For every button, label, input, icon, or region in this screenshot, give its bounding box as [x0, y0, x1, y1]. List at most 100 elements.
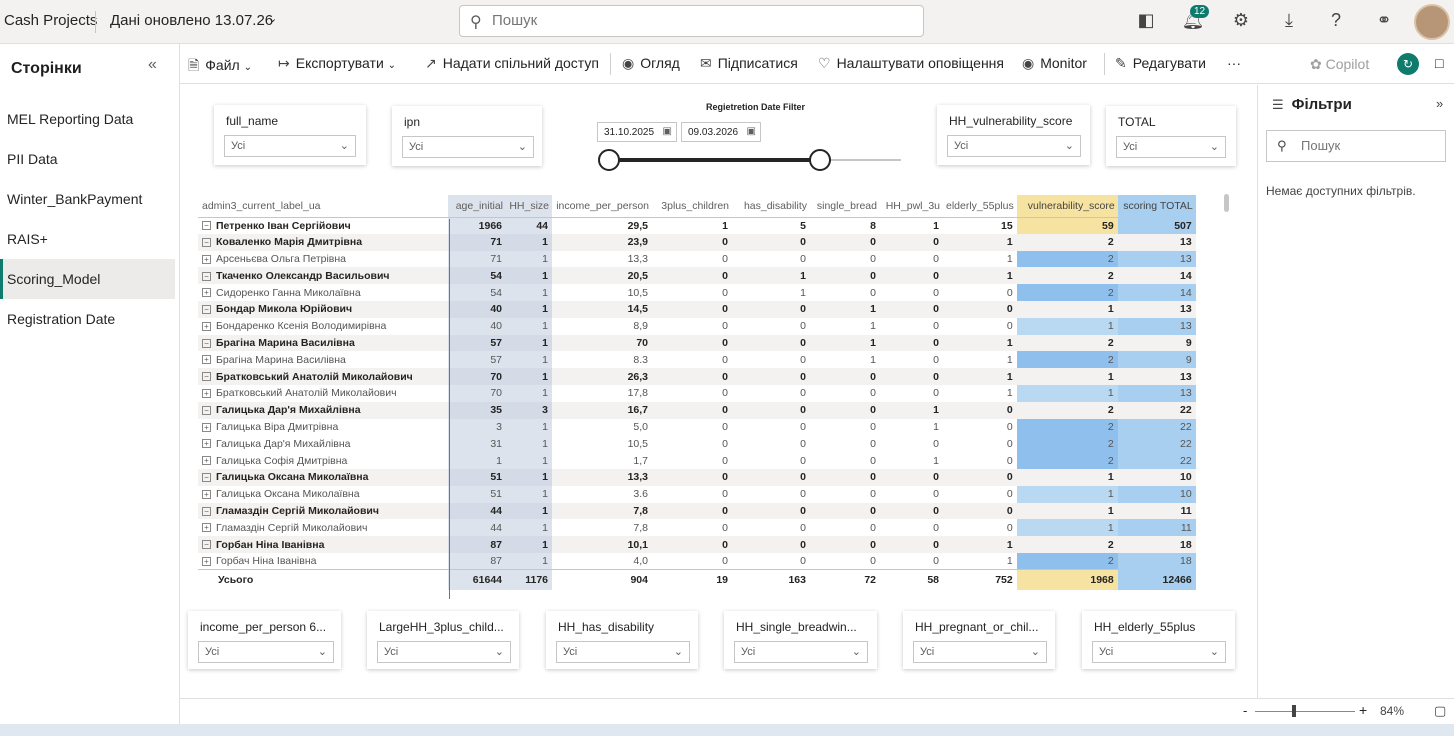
expand-icon[interactable]: + — [202, 321, 211, 331]
collapse-icon[interactable]: − — [202, 338, 211, 348]
bookmark-icon[interactable]: □ — [1435, 55, 1443, 71]
help-icon[interactable]: ? — [1324, 10, 1348, 31]
view-panel-icon[interactable]: ◧ — [1134, 10, 1158, 31]
expand-icon[interactable]: + — [202, 523, 211, 533]
collapse-icon[interactable]: − — [202, 540, 211, 550]
slicer-dropdown[interactable]: Усі ⌄ — [198, 641, 334, 663]
expand-icon[interactable]: + — [202, 355, 211, 365]
monitor-button[interactable]: ◉ Monitor — [1022, 55, 1087, 72]
alerts-button[interactable]: ♡ Налаштувати оповіщення — [818, 55, 1004, 72]
collapse-icon[interactable]: − — [202, 473, 211, 483]
collapse-icon[interactable]: − — [202, 271, 211, 281]
matrix-row[interactable]: + Братковський Анатолій Миколайович 70 1 17,… — [198, 384, 1196, 402]
file-menu-button[interactable]: 🗎︎ Файл ⌄ — [188, 55, 252, 79]
collapse-icon[interactable]: − — [202, 305, 211, 315]
zoom-in-button[interactable]: + — [1359, 702, 1367, 718]
matrix-row[interactable]: − Брагіна Марина Василівна 57 1 70 0 0 1 0 1 2 9 — [198, 334, 1196, 352]
expand-icon[interactable]: + — [202, 489, 211, 499]
page-item-rais[interactable]: RAIS+ — [0, 219, 175, 259]
page-item-registration-date[interactable]: Registration Date — [0, 299, 175, 339]
chevron-down-icon[interactable]: ⌄ — [268, 12, 277, 25]
slicer-dropdown[interactable]: Усі ⌄ — [402, 136, 534, 158]
date-start-input[interactable]: 31.10.2025 ▣ — [597, 122, 677, 142]
date-range-end-handle[interactable] — [809, 149, 831, 171]
fit-page-icon[interactable]: ▢ — [1434, 703, 1446, 719]
expand-icon[interactable]: + — [202, 456, 211, 466]
zoom-level[interactable]: 84% — [1380, 704, 1404, 718]
matrix-row[interactable]: − Ткаченко Олександр Васильович 54 1 20,5 0 1 0… — [198, 267, 1196, 285]
matrix-row[interactable]: − Петренко Іван Сергійович 1966 44 29,5 1 5 8 1 1… — [198, 217, 1196, 234]
avatar[interactable] — [1414, 4, 1450, 40]
page-item-scoring-model[interactable]: Scoring_Model — [0, 259, 175, 299]
collapse-icon[interactable]: − — [202, 405, 211, 415]
review-button[interactable]: ◉ Огляд — [622, 55, 680, 72]
column-header-hh-pwl-3u[interactable]: HH_pwl_3u — [880, 195, 943, 218]
matrix-row[interactable]: − Галицька Дар'я Михайлівна 35 3 16,7 0 0 0 1 0 2 2… — [198, 401, 1196, 419]
collapse-icon[interactable]: − — [202, 237, 211, 247]
matrix-row[interactable]: − Коваленко Марія Дмитрівна 71 1 23,9 0 0 0 0 1 2 1… — [198, 233, 1196, 251]
expand-icon[interactable]: + — [202, 439, 211, 449]
column-header-has-disability[interactable]: has_disability — [732, 195, 810, 218]
matrix-row[interactable]: − Бондар Микола Юрійович 40 1 14,5 0 0 1 0 0 1 13 — [198, 300, 1196, 318]
matrix-row[interactable]: + Галицька Віра Дмитрівна 3 1 5,0 0 0 0 1 0 2 22 — [198, 418, 1196, 436]
download-icon[interactable]: ⤓ — [1277, 10, 1301, 31]
column-header-3plus-children[interactable]: 3plus_children — [652, 195, 732, 218]
collapse-double-chevron-icon[interactable]: « — [148, 56, 157, 74]
workspace-title[interactable]: Cash Projects — [4, 12, 97, 29]
matrix-row[interactable]: + Арсеньєва Ольга Петрівна 71 1 13,3 0 0 0 0 1 2 13 — [198, 250, 1196, 268]
slicer-dropdown[interactable]: Усі ⌄ — [377, 641, 511, 663]
export-menu-button[interactable]: ↦ Експортувати ⌄ — [278, 55, 396, 72]
copilot-button[interactable]: ✿ Copilot — [1310, 56, 1369, 73]
share-people-icon[interactable]: ⚭ — [1372, 10, 1396, 31]
matrix-row[interactable]: − Горбан Ніна Іванівна 87 1 10,1 0 0 0 0 1 2 18 — [198, 536, 1196, 553]
slicer-dropdown[interactable]: Усі ⌄ — [224, 135, 356, 157]
zoom-slider[interactable] — [1255, 711, 1355, 712]
collapse-icon[interactable]: − — [202, 506, 211, 516]
gear-icon[interactable]: ⚙ — [1229, 10, 1253, 31]
slicer-dropdown[interactable]: Усі ⌄ — [556, 641, 690, 663]
matrix-row[interactable]: − Братковський Анатолій Миколайович 70 1 26,… — [198, 368, 1196, 385]
expand-icon[interactable]: + — [202, 288, 211, 298]
filters-search[interactable]: ⚲ — [1266, 130, 1446, 162]
slicer-dropdown[interactable]: Усі ⌄ — [1116, 136, 1226, 158]
slicer-dropdown[interactable]: Усі ⌄ — [947, 135, 1081, 157]
global-search[interactable]: ⚲ — [459, 5, 924, 37]
more-options-button[interactable]: ··· — [1227, 55, 1241, 71]
matrix-row[interactable]: − Гламаздін Сергій Миколайович 44 1 7,8 0 0 0 0 0… — [198, 502, 1196, 520]
date-end-input[interactable]: 09.03.2026 ▣ — [681, 122, 761, 142]
collapse-icon[interactable]: − — [202, 221, 211, 231]
column-header-scoring-total[interactable]: scoring TOTAL — [1117, 195, 1196, 218]
page-item-mel-reporting-data[interactable]: MEL Reporting Data — [0, 99, 175, 139]
column-header-hh-size[interactable]: HH_size — [506, 195, 552, 218]
matrix-row[interactable]: + Гламаздін Сергій Миколайович 44 1 7,8 0 0 0 0 0… — [198, 519, 1196, 537]
page-item-pii-data[interactable]: PII Data — [0, 139, 175, 179]
column-header-age-initial[interactable]: age_initial — [448, 195, 506, 218]
matrix-row[interactable]: + Брагіна Марина Василівна 57 1 8.3 0 0 1 0 1 2 9 — [198, 351, 1196, 369]
matrix-row[interactable]: + Галицька Софія Дмитрівна 1 1 1,7 0 0 0 1 0 2 22 — [198, 452, 1196, 469]
share-button[interactable]: ↗ Надати спільний доступ — [425, 55, 599, 72]
matrix-row[interactable]: + Сидоренко Ганна Миколаївна 54 1 10,5 0 1 0 0 0 2… — [198, 284, 1196, 301]
subscribe-button[interactable]: ✉ Підписатися — [700, 55, 798, 72]
zoom-slider-thumb[interactable] — [1292, 705, 1296, 717]
matrix-scrollbar[interactable] — [1224, 194, 1229, 212]
slicer-dropdown[interactable]: Усі ⌄ — [913, 641, 1047, 663]
expand-icon[interactable]: + — [202, 254, 211, 264]
matrix-row[interactable]: + Галицька Оксана Миколаївна 51 1 3.6 0 0 0 0 0 1 1… — [198, 485, 1196, 503]
expand-icon[interactable]: + — [202, 389, 211, 399]
slicer-dropdown[interactable]: Усі ⌄ — [1092, 641, 1226, 663]
refresh-icon[interactable]: ↻ — [1397, 53, 1419, 75]
matrix-row[interactable]: + Бондаренко Ксенія Володимирівна 40 1 8,9 0 0… — [198, 317, 1196, 335]
zoom-out-button[interactable]: - — [1243, 703, 1247, 718]
matrix-row[interactable]: + Горбач Ніна Іванівна 87 1 4,0 0 0 0 0 1 2 18 — [198, 552, 1196, 570]
slicer-dropdown[interactable]: Усі ⌄ — [734, 641, 868, 663]
page-item-winter-bankpayment[interactable]: Winter_BankPayment — [0, 179, 175, 219]
filters-search-input[interactable] — [1301, 138, 1431, 153]
date-range-start-handle[interactable] — [598, 149, 620, 171]
edit-button[interactable]: ✎ Редагувати — [1115, 55, 1206, 72]
expand-icon[interactable]: + — [202, 556, 211, 566]
column-header-admin3-current-label-ua[interactable]: admin3_current_label_ua — [198, 195, 448, 218]
column-header-vulnerability-score[interactable]: vulnerability_score — [1016, 195, 1118, 218]
chevron-right-icon[interactable]: » — [1436, 96, 1443, 111]
expand-icon[interactable]: + — [202, 422, 211, 432]
collapse-icon[interactable]: − — [202, 372, 211, 382]
